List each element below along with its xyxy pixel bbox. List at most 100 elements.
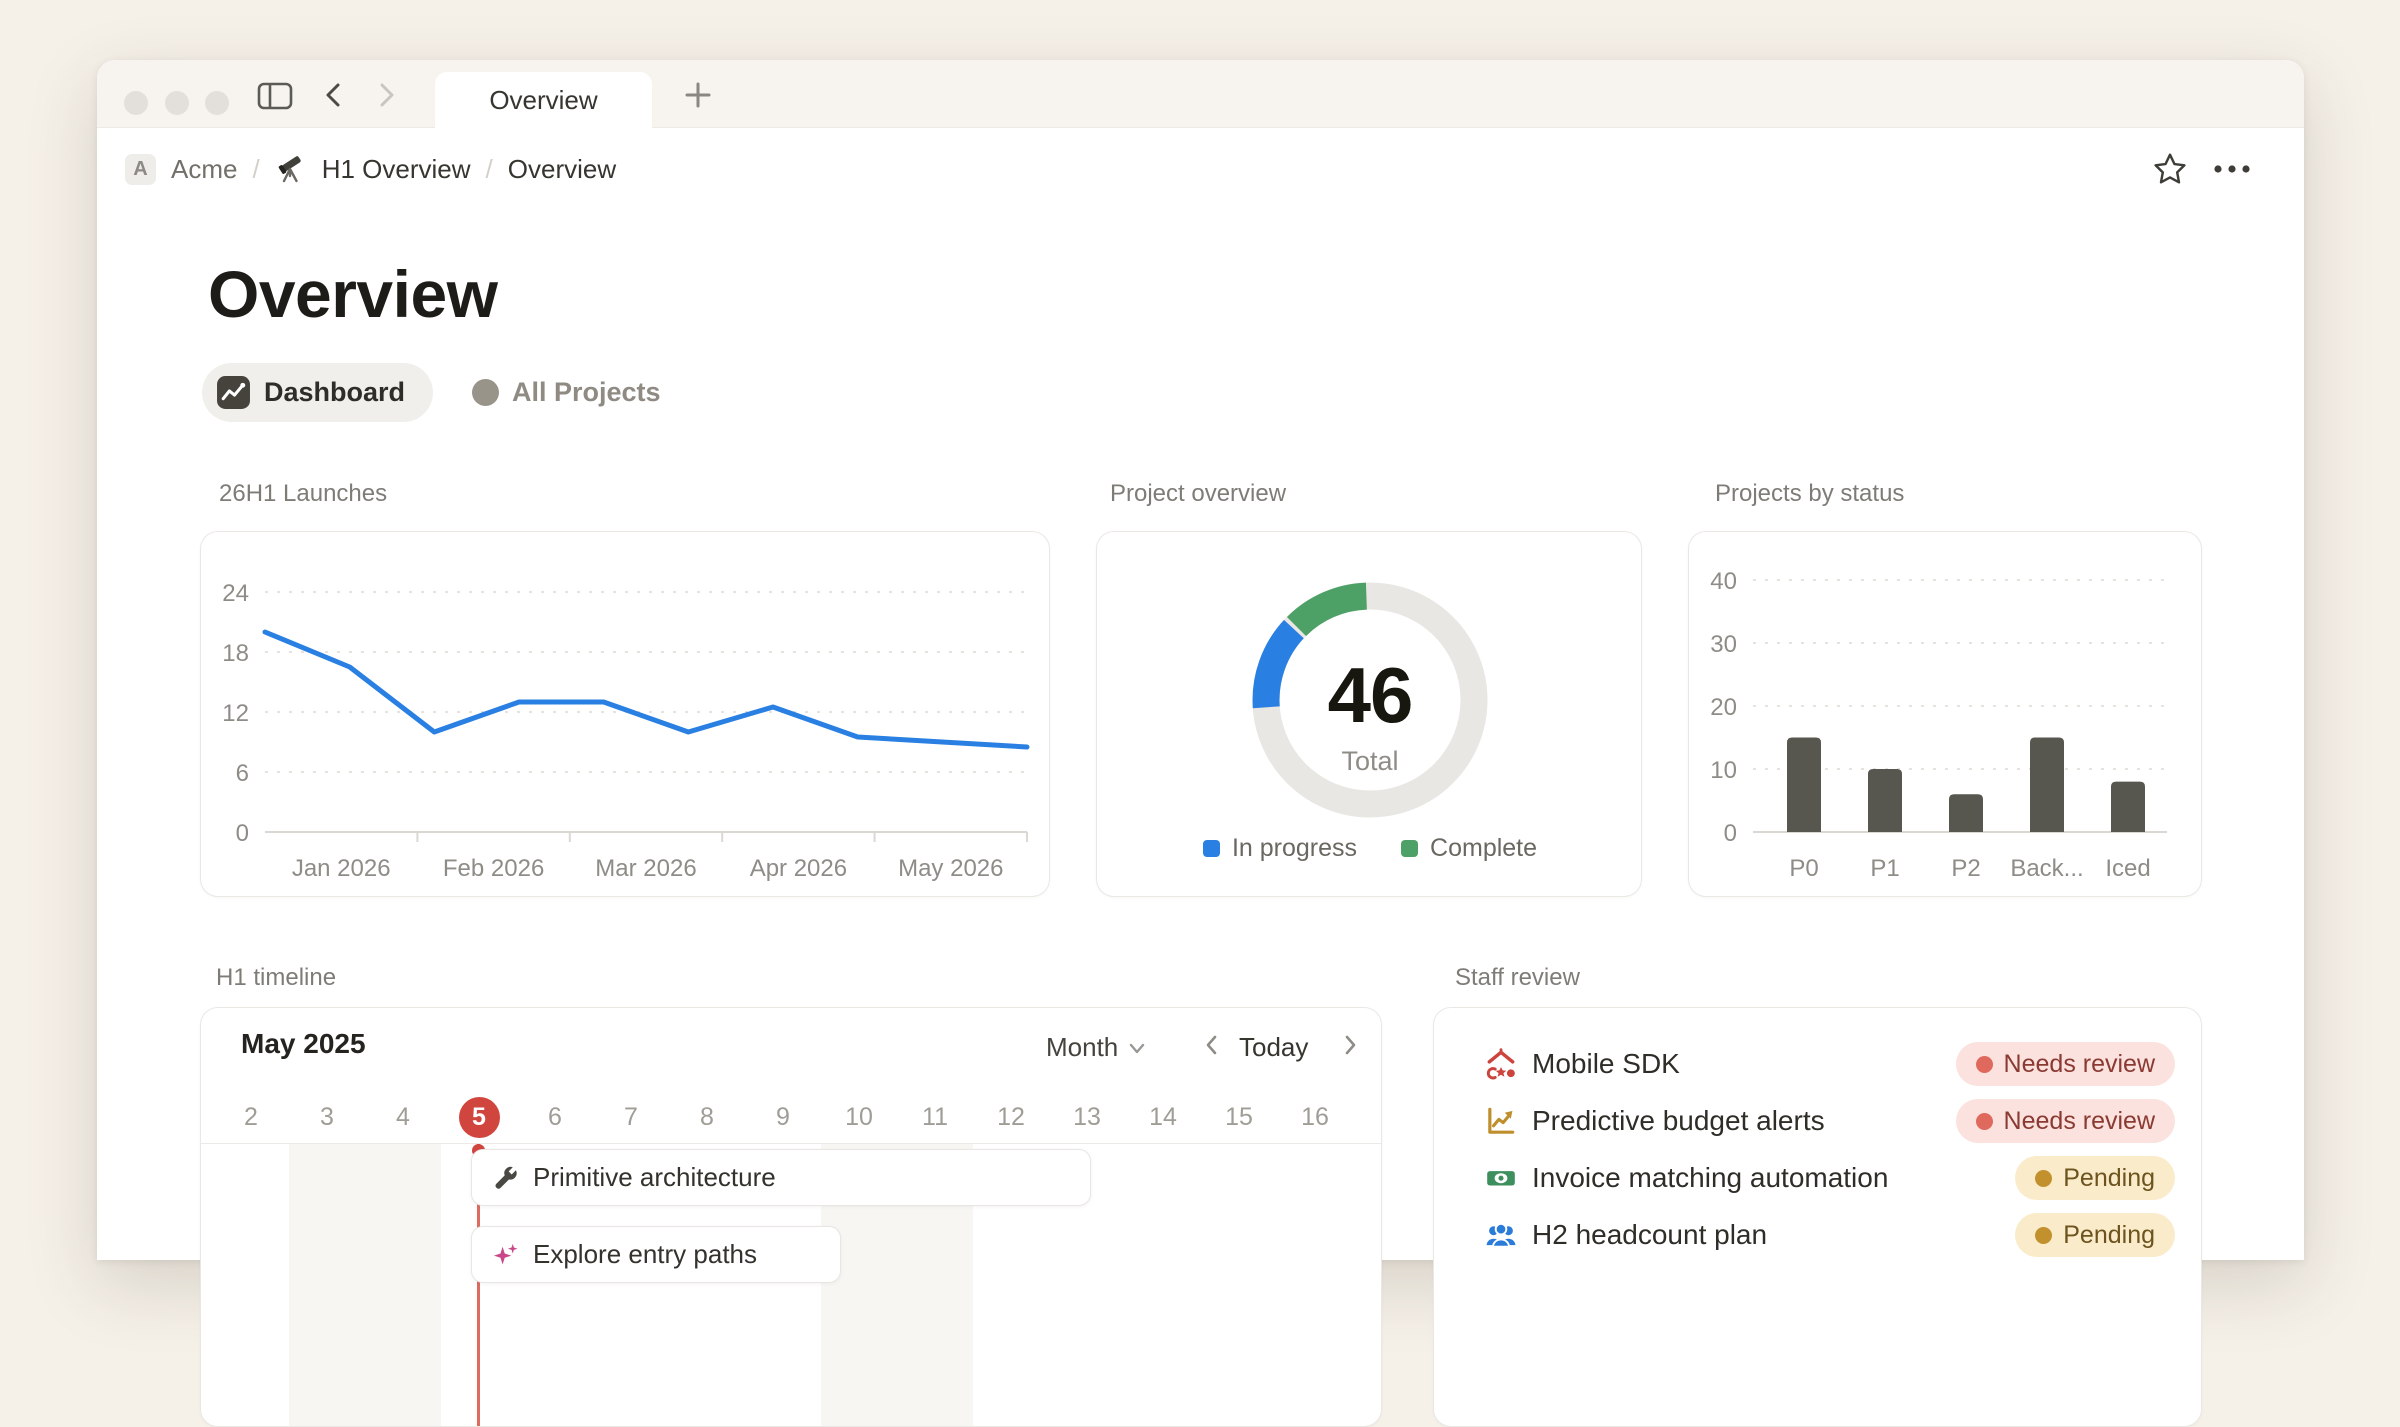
tab-all-projects[interactable]: All Projects (472, 363, 661, 422)
browser-tab-overview[interactable]: Overview (435, 72, 652, 128)
status-dot (1976, 1056, 1993, 1073)
status-dot (2035, 1227, 2052, 1244)
day-cell[interactable]: 7 (593, 1092, 669, 1143)
day-cell[interactable]: 14 (1125, 1092, 1201, 1143)
timeline-prev-icon[interactable] (1199, 1030, 1225, 1060)
timeline-event-explore-entry-paths[interactable]: Explore entry paths (471, 1226, 841, 1283)
svg-text:P0: P0 (1789, 855, 1818, 882)
review-row-invoice-matching[interactable]: Invoice matching automation Pending (1434, 1149, 2201, 1206)
nav-forward-icon[interactable] (371, 80, 401, 110)
status-label: Pending (2063, 1164, 2155, 1193)
status-badge-needs-review: Needs review (1956, 1042, 2175, 1086)
people-icon (1484, 1218, 1518, 1252)
widget-title-staff-review: Staff review (1455, 964, 1580, 992)
breadcrumb-separator: / (486, 154, 493, 185)
svg-text:Iced: Iced (2105, 855, 2150, 882)
carousel-drone-icon (1484, 1047, 1518, 1081)
chevron-down-icon (1126, 1037, 1148, 1059)
day-cell[interactable]: 3 (289, 1092, 365, 1143)
day-cell[interactable]: 8 (669, 1092, 745, 1143)
review-title: H2 headcount plan (1532, 1219, 1767, 1251)
status-label: Needs review (2004, 1107, 2155, 1136)
day-cell[interactable]: 2 (213, 1092, 289, 1143)
svg-text:Mar 2026: Mar 2026 (595, 855, 696, 882)
day-cell[interactable]: 4 (365, 1092, 441, 1143)
sparkles-icon (492, 1241, 519, 1268)
status-dot (2035, 1170, 2052, 1187)
line-chart-card[interactable]: 24181260Jan 2026Feb 2026Mar 2026Apr 2026… (200, 531, 1050, 897)
widget-title-by-status: Projects by status (1715, 480, 1904, 508)
app-window: Overview A Acme / H1 Overview / Overview (97, 60, 2304, 1260)
tab-dashboard-label: Dashboard (264, 377, 405, 408)
staff-review-card[interactable]: Mobile SDK Needs review Predictive budge… (1433, 1007, 2202, 1427)
page-title: Overview (208, 256, 498, 332)
svg-text:Back...: Back... (2010, 855, 2083, 882)
view-mode-label: Month (1046, 1032, 1118, 1063)
day-cell[interactable]: 16 (1277, 1092, 1353, 1143)
svg-text:6: 6 (236, 760, 249, 787)
donut-total-label: Total (1097, 746, 1643, 777)
svg-text:18: 18 (222, 640, 249, 667)
timeline-today-button[interactable]: Today (1239, 1032, 1308, 1063)
donut-chart-card[interactable]: 46 Total In progress Complete (1096, 531, 1642, 897)
day-cell[interactable]: 9 (745, 1092, 821, 1143)
timeline-view-mode-select[interactable]: Month (1046, 1032, 1148, 1063)
dashboard-chart-icon (216, 375, 251, 410)
window-control-minimize[interactable] (165, 91, 189, 115)
day-cell[interactable]: 11 (897, 1092, 973, 1143)
tab-dashboard[interactable]: Dashboard (202, 363, 433, 422)
day-cell[interactable]: 6 (517, 1092, 593, 1143)
day-cell-today[interactable]: 5 (441, 1092, 517, 1143)
view-tabs-row: Dashboard All Projects Edit (97, 363, 2304, 423)
new-tab-icon[interactable] (680, 77, 716, 113)
window-control-zoom[interactable] (205, 91, 229, 115)
breadcrumb-item-overview[interactable]: Overview (508, 154, 616, 185)
day-cell[interactable]: 15 (1201, 1092, 1277, 1143)
svg-text:12: 12 (222, 700, 249, 727)
review-row-h2-headcount[interactable]: H2 headcount plan Pending (1434, 1206, 2201, 1263)
event-title: Explore entry paths (533, 1239, 757, 1270)
nav-back-icon[interactable] (319, 80, 349, 110)
status-badge-pending: Pending (2015, 1213, 2175, 1257)
status-dot (1976, 1113, 1993, 1130)
svg-text:May 2026: May 2026 (898, 855, 1003, 882)
timeline-next-icon[interactable] (1337, 1030, 1363, 1060)
svg-text:P2: P2 (1951, 855, 1980, 882)
favorite-star-icon[interactable] (2152, 128, 2188, 210)
legend-swatch-green (1401, 840, 1418, 857)
timeline-event-primitive-architecture[interactable]: Primitive architecture (471, 1149, 1091, 1206)
today-bubble: 5 (459, 1097, 500, 1138)
timeline-header: May 2025 Month Today (201, 1008, 1381, 1068)
sidebar-toggle-icon[interactable] (255, 81, 295, 111)
legend-item-in-progress: In progress (1203, 834, 1357, 863)
svg-text:10: 10 (1710, 757, 1737, 784)
window-control-close[interactable] (124, 91, 148, 115)
donut-legend: In progress Complete (1097, 834, 1643, 863)
workspace-badge[interactable]: A (125, 154, 156, 185)
bar-chart-card[interactable]: 403020100P0P1P2Back...Iced (1688, 531, 2202, 897)
status-badge-needs-review: Needs review (1956, 1099, 2175, 1143)
day-cell[interactable]: 13 (1049, 1092, 1125, 1143)
svg-text:Apr 2026: Apr 2026 (750, 855, 847, 882)
timeline-month-label: May 2025 (241, 1028, 366, 1060)
tab-strip: Overview (97, 60, 2304, 128)
day-cell[interactable]: 10 (821, 1092, 897, 1143)
wrench-icon (492, 1164, 519, 1191)
widget-title-project-overview: Project overview (1110, 480, 1286, 508)
svg-text:0: 0 (236, 820, 249, 847)
review-row-predictive-budget-alerts[interactable]: Predictive budget alerts Needs review (1434, 1092, 2201, 1149)
svg-text:24: 24 (222, 580, 249, 607)
timeline-card[interactable]: May 2025 Month Today 2345678910111213141… (200, 1007, 1382, 1427)
telescope-icon (275, 153, 307, 185)
more-options-icon[interactable] (2212, 128, 2252, 210)
svg-text:P1: P1 (1870, 855, 1899, 882)
line-chart: 24181260Jan 2026Feb 2026Mar 2026Apr 2026… (201, 532, 1049, 903)
donut-center: 46 Total (1097, 656, 1643, 777)
review-title: Invoice matching automation (1532, 1162, 1888, 1194)
review-row-mobile-sdk[interactable]: Mobile SDK Needs review (1434, 1035, 2201, 1092)
day-cell[interactable]: 12 (973, 1092, 1049, 1143)
breadcrumb-separator: / (252, 154, 259, 185)
breadcrumb-item-acme[interactable]: Acme (171, 154, 237, 185)
breadcrumb-item-h1-overview[interactable]: H1 Overview (322, 154, 471, 185)
review-title: Mobile SDK (1532, 1048, 1680, 1080)
